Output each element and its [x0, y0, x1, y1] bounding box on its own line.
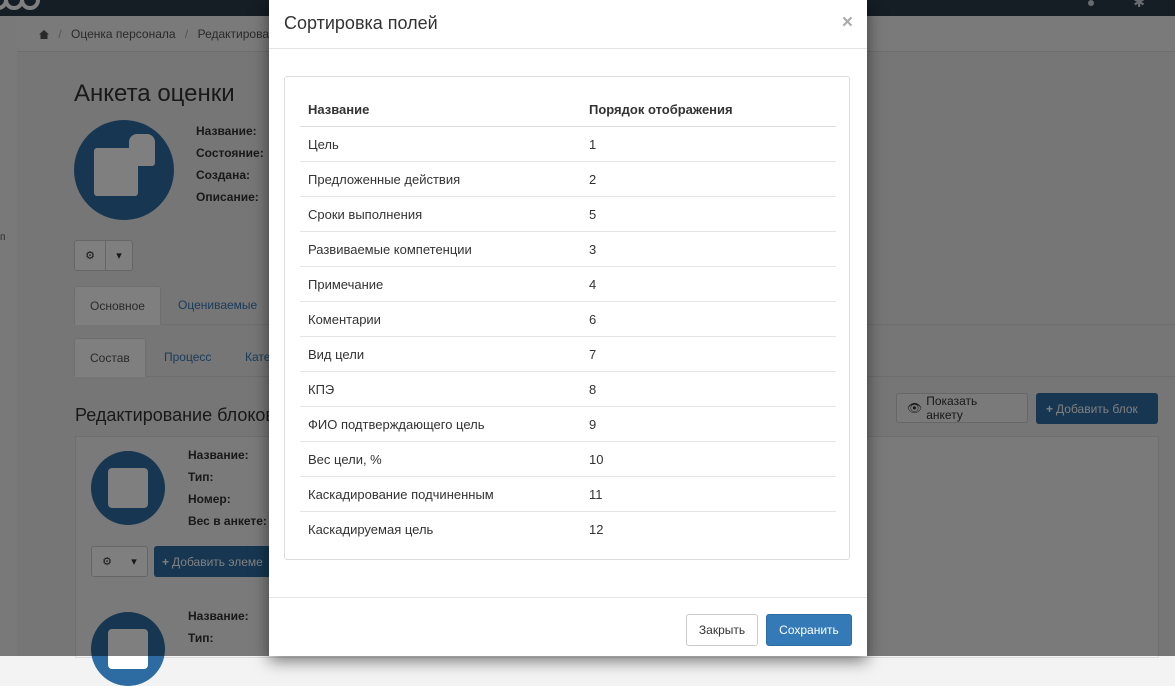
modal-title: Сортировка полей [284, 13, 438, 33]
field-name: Вес цели, % [300, 441, 581, 477]
modal-body: Название Порядок отображения Цель 1 Предл… [269, 49, 867, 597]
table-row: Сроки выполнения 5 [300, 196, 836, 232]
field-name: Примечание [300, 266, 581, 302]
modal-footer: Закрыть Сохранить [269, 597, 867, 657]
table-row: КПЭ 8 [300, 371, 836, 407]
field-name: Сроки выполнения [300, 196, 581, 232]
save-button[interactable]: Сохранить [766, 614, 852, 646]
column-header-order: Порядок отображения [581, 92, 836, 127]
field-order[interactable]: 10 [581, 441, 836, 477]
table-row: Вес цели, % 10 [300, 441, 836, 477]
field-name: Цель [300, 126, 581, 162]
field-order[interactable]: 8 [581, 371, 836, 407]
table-row: Развиваемые компетенции 3 [300, 231, 836, 267]
field-order[interactable]: 7 [581, 336, 836, 372]
table-row: Примечание 4 [300, 266, 836, 302]
fields-table: Название Порядок отображения Цель 1 Предл… [300, 92, 836, 546]
table-row: Коментарии 6 [300, 301, 836, 337]
sort-fields-modal: Сортировка полей × Название Порядок отоб… [269, 0, 867, 656]
field-name: Коментарии [300, 301, 581, 337]
field-order[interactable]: 5 [581, 196, 836, 232]
table-header-row: Название Порядок отображения [300, 92, 836, 127]
field-name: Развиваемые компетенции [300, 231, 581, 267]
field-name: Вид цели [300, 336, 581, 372]
table-row: ФИО подтверждающего цель 9 [300, 406, 836, 442]
table-row: Цель 1 [300, 126, 836, 162]
field-order[interactable]: 9 [581, 406, 836, 442]
field-name: Предложенные действия [300, 161, 581, 197]
field-order[interactable]: 12 [581, 511, 836, 546]
field-order[interactable]: 11 [581, 476, 836, 512]
close-button[interactable]: Закрыть [686, 614, 758, 646]
table-row: Каскадирование подчиненным 11 [300, 476, 836, 512]
table-row: Вид цели 7 [300, 336, 836, 372]
modal-header: Сортировка полей × [269, 0, 867, 49]
field-name: КПЭ [300, 371, 581, 407]
fields-table-panel: Название Порядок отображения Цель 1 Предл… [284, 76, 850, 560]
field-order[interactable]: 4 [581, 266, 836, 302]
table-row: Каскадируемая цель 12 [300, 511, 836, 546]
field-name: ФИО подтверждающего цель [300, 406, 581, 442]
field-order[interactable]: 6 [581, 301, 836, 337]
field-order[interactable]: 3 [581, 231, 836, 267]
close-icon[interactable]: × [842, 12, 853, 34]
table-row: Предложенные действия 2 [300, 161, 836, 197]
field-order[interactable]: 2 [581, 161, 836, 197]
field-name: Каскадирование подчиненным [300, 476, 581, 512]
field-name: Каскадируемая цель [300, 511, 581, 546]
field-order[interactable]: 1 [581, 126, 836, 162]
column-header-name: Название [300, 92, 581, 127]
